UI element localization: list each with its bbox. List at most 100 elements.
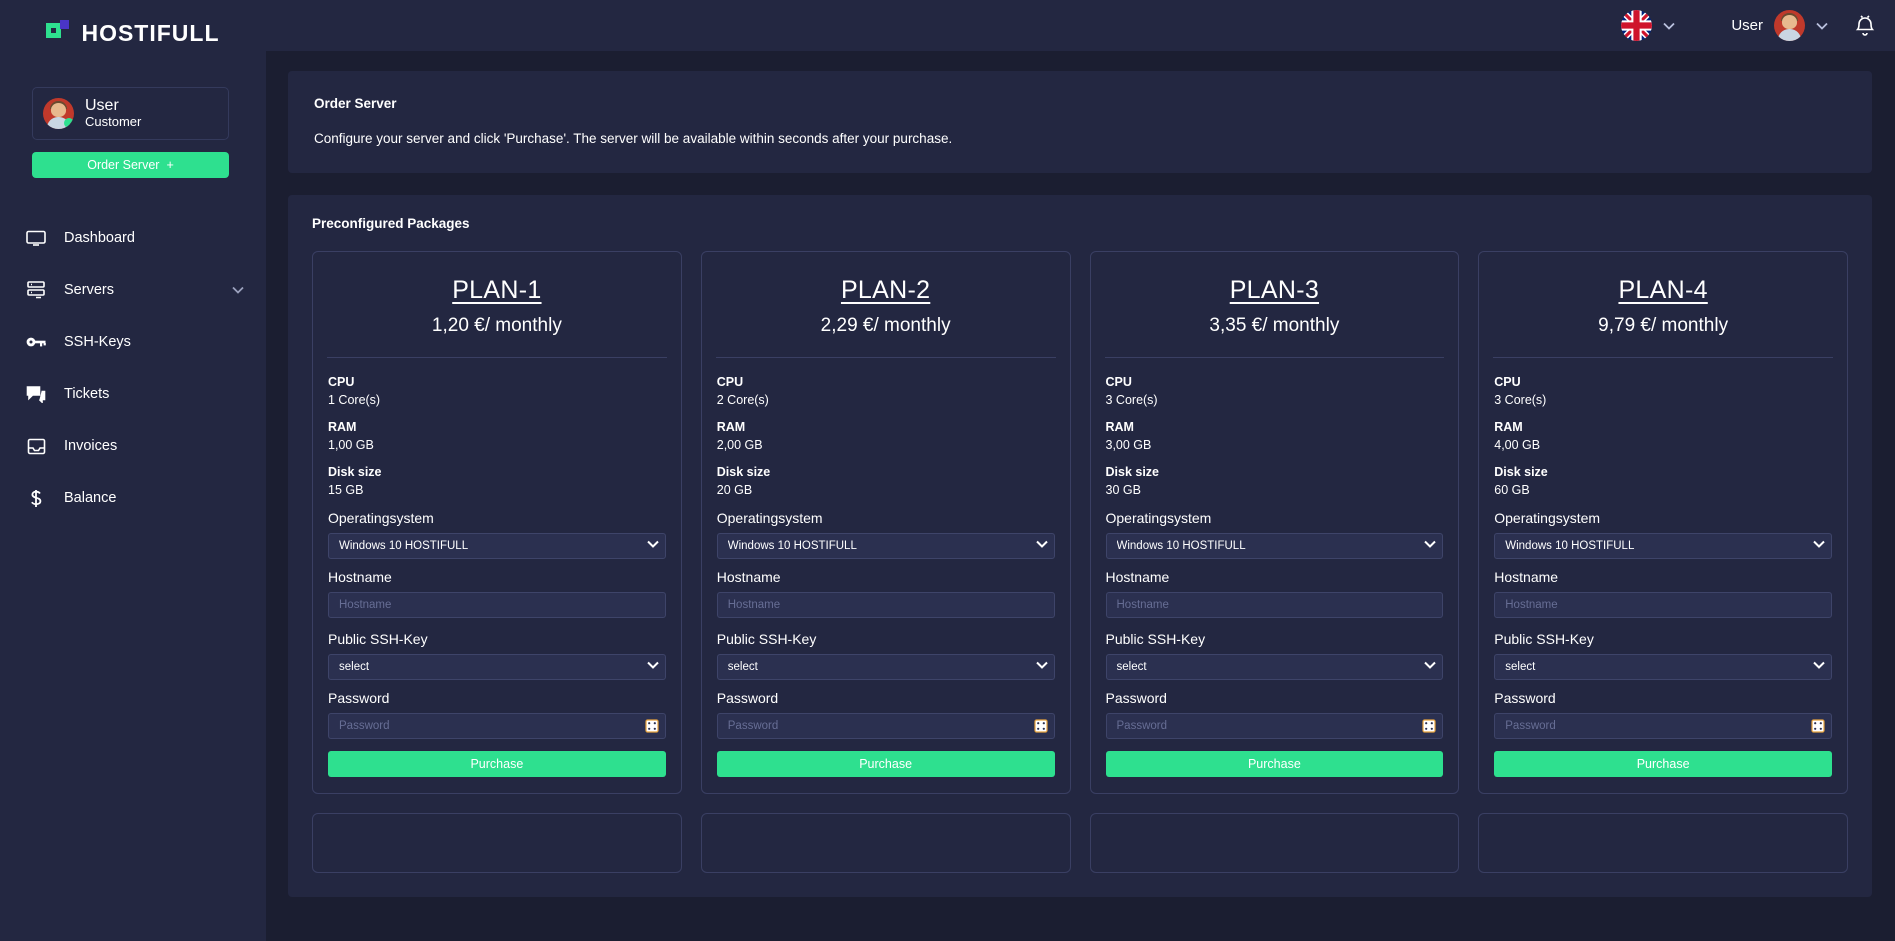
ram-label: RAM bbox=[1105, 420, 1134, 434]
bell-icon[interactable] bbox=[1855, 14, 1875, 37]
order-server-panel: Order Server Configure your server and c… bbox=[288, 71, 1872, 173]
hostname-input[interactable] bbox=[1494, 592, 1832, 618]
purchase-button[interactable]: Purchase bbox=[716, 751, 1055, 777]
sidebar-user-role: Customer bbox=[85, 114, 142, 130]
dice-generate-icon[interactable] bbox=[1811, 719, 1825, 733]
order-server-button[interactable]: Order Server + bbox=[32, 152, 229, 179]
page-description: Configure your server and click 'Purchas… bbox=[314, 131, 953, 146]
monitor-icon bbox=[25, 230, 47, 247]
main-area: User Order Server Configure your server … bbox=[266, 0, 1895, 941]
sidebar-item-label: Invoices bbox=[64, 438, 118, 455]
sidebar-item-ssh-keys[interactable]: SSH-Keys bbox=[0, 316, 266, 368]
password-label: Password bbox=[1105, 690, 1167, 706]
dice-generate-icon[interactable] bbox=[645, 719, 659, 733]
plan-card-body: CPU 3 Core(s) RAM 3,00 GB Disk size 30 G… bbox=[1091, 358, 1459, 777]
cpu-value: 1 Core(s) bbox=[328, 393, 381, 407]
topbar-user-menu[interactable]: User bbox=[1731, 10, 1828, 41]
chevron-down-icon[interactable] bbox=[1816, 22, 1828, 30]
sidebar-item-servers[interactable]: Servers bbox=[0, 264, 266, 316]
sidebar-user-card[interactable]: User Customer bbox=[32, 87, 229, 141]
sidebar-item-label: Tickets bbox=[64, 386, 110, 403]
cpu-value: 3 Core(s) bbox=[1494, 393, 1547, 407]
os-select[interactable]: Windows 10 HOSTIFULL bbox=[716, 533, 1055, 559]
preconfigured-packages-panel: Preconfigured Packages PLAN-1 1,20 €/ mo… bbox=[288, 195, 1872, 897]
sshkey-label: Public SSH-Key bbox=[716, 631, 817, 647]
topbar: User bbox=[266, 0, 1895, 51]
os-label: Operatingsystem bbox=[1105, 510, 1212, 526]
plus-icon: + bbox=[166, 158, 174, 173]
sshkey-label: Public SSH-Key bbox=[328, 631, 428, 647]
purchase-button[interactable]: Purchase bbox=[1494, 751, 1832, 777]
sshkey-select[interactable]: select bbox=[328, 654, 666, 680]
hostname-label: Hostname bbox=[328, 569, 392, 585]
sidebar-item-tickets[interactable]: Tickets bbox=[0, 368, 266, 420]
plan-name[interactable]: PLAN-3 bbox=[1091, 276, 1459, 305]
sshkey-select[interactable]: select bbox=[716, 654, 1055, 680]
plan-card[interactable] bbox=[1089, 813, 1460, 873]
plan-card-body: CPU 2 Core(s) RAM 2,00 GB Disk size 20 G… bbox=[702, 358, 1070, 777]
sshkey-label: Public SSH-Key bbox=[1105, 631, 1206, 647]
content: Order Server Configure your server and c… bbox=[266, 51, 1895, 897]
cpu-label: CPU bbox=[716, 375, 744, 389]
plan-card[interactable] bbox=[312, 813, 682, 873]
plan-name[interactable]: PLAN-2 bbox=[702, 276, 1070, 305]
plan-card-header: PLAN-2 2,29 €/ monthly bbox=[702, 252, 1070, 357]
ram-value: 2,00 GB bbox=[716, 438, 763, 452]
page-title: Order Server bbox=[314, 96, 397, 111]
plan-card[interactable] bbox=[700, 813, 1071, 873]
cpu-label: CPU bbox=[1105, 375, 1132, 389]
brand-logo[interactable]: HOSTIFULL bbox=[0, 0, 266, 60]
disk-label: Disk size bbox=[1494, 465, 1548, 479]
password-input[interactable] bbox=[328, 713, 666, 739]
password-input[interactable] bbox=[1105, 713, 1444, 739]
password-input[interactable] bbox=[1494, 713, 1832, 739]
sidebar-item-label: Balance bbox=[64, 490, 117, 507]
package-grid-row-2 bbox=[312, 813, 1848, 873]
sidebar-item-dashboard[interactable]: Dashboard bbox=[0, 212, 266, 264]
language-selector[interactable] bbox=[1621, 10, 1675, 41]
plan-name[interactable]: PLAN-4 bbox=[1479, 276, 1847, 305]
chevron-down-icon[interactable] bbox=[1663, 22, 1675, 30]
cpu-label: CPU bbox=[328, 375, 355, 389]
hostname-input[interactable] bbox=[1105, 592, 1444, 618]
sidebar-item-balance[interactable]: Balance bbox=[0, 472, 266, 524]
plan-card: PLAN-3 3,35 €/ monthly CPU 3 Core(s) RAM… bbox=[1089, 251, 1460, 794]
chevron-down-icon[interactable] bbox=[232, 286, 244, 295]
sshkey-select[interactable]: select bbox=[1494, 654, 1832, 680]
plan-name[interactable]: PLAN-1 bbox=[313, 276, 681, 305]
password-label: Password bbox=[716, 690, 779, 706]
sshkey-select[interactable]: select bbox=[1105, 654, 1444, 680]
package-grid: PLAN-1 1,20 €/ monthly CPU 1 Core(s) RAM… bbox=[312, 251, 1848, 794]
ram-value: 3,00 GB bbox=[1105, 438, 1152, 452]
disk-label: Disk size bbox=[716, 465, 771, 479]
plan-card: PLAN-1 1,20 €/ monthly CPU 1 Core(s) RAM… bbox=[312, 251, 682, 794]
os-select[interactable]: Windows 10 HOSTIFULL bbox=[1105, 533, 1444, 559]
ram-label: RAM bbox=[328, 420, 357, 434]
plan-price: 9,79 €/ monthly bbox=[1598, 315, 1729, 336]
purchase-button[interactable]: Purchase bbox=[1105, 751, 1444, 777]
disk-label: Disk size bbox=[1105, 465, 1160, 479]
plan-card-body: CPU 3 Core(s) RAM 4,00 GB Disk size 60 G… bbox=[1479, 358, 1847, 777]
cpu-label: CPU bbox=[1494, 375, 1521, 389]
hostname-input[interactable] bbox=[716, 592, 1055, 618]
disk-value: 60 GB bbox=[1494, 483, 1530, 497]
server-icon bbox=[25, 281, 47, 299]
dice-generate-icon[interactable] bbox=[1422, 719, 1436, 733]
sidebar-item-invoices[interactable]: Invoices bbox=[0, 420, 266, 472]
dice-generate-icon[interactable] bbox=[1033, 719, 1048, 733]
purchase-button[interactable]: Purchase bbox=[328, 751, 666, 777]
app-root: HOSTIFULL User Customer Order Server + D… bbox=[0, 0, 1895, 941]
invoice-icon bbox=[25, 438, 47, 455]
hostname-input[interactable] bbox=[328, 592, 666, 618]
os-select[interactable]: Windows 10 HOSTIFULL bbox=[328, 533, 666, 559]
os-select[interactable]: Windows 10 HOSTIFULL bbox=[1494, 533, 1832, 559]
key-icon bbox=[25, 336, 47, 348]
plan-card[interactable] bbox=[1478, 813, 1848, 873]
password-input[interactable] bbox=[716, 713, 1055, 739]
avatar bbox=[1774, 10, 1805, 41]
sidebar-item-label: Servers bbox=[64, 282, 114, 299]
plan-card: PLAN-4 9,79 €/ monthly CPU 3 Core(s) RAM… bbox=[1478, 251, 1848, 794]
logo-mark-icon bbox=[46, 20, 72, 46]
os-label: Operatingsystem bbox=[716, 510, 823, 526]
sshkey-label: Public SSH-Key bbox=[1494, 631, 1594, 647]
